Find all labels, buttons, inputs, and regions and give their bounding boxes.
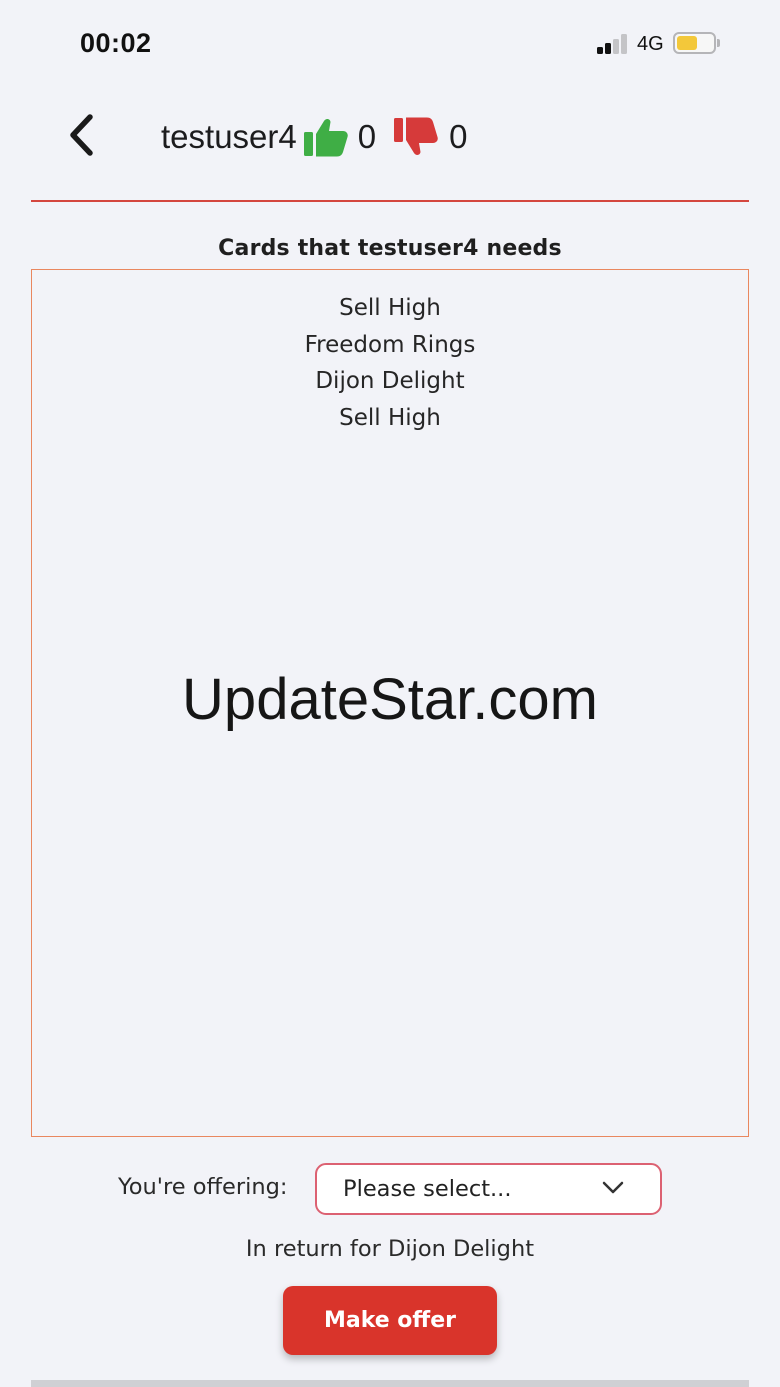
card-item[interactable]: Sell High: [32, 290, 748, 327]
thumbs-down-icon: [393, 117, 439, 157]
card-item[interactable]: Sell High: [32, 400, 748, 437]
chevron-left-icon: [70, 114, 93, 156]
status-time: 00:02: [80, 28, 152, 58]
header: testuser4 0 0: [0, 100, 780, 174]
offer-select[interactable]: Please select...: [315, 1163, 662, 1215]
card-item[interactable]: Dijon Delight: [32, 363, 748, 400]
signal-bar: [613, 39, 619, 54]
back-button[interactable]: [58, 112, 104, 158]
offer-label: You're offering:: [118, 1174, 288, 1200]
thumbs-down-count: 0: [449, 118, 468, 155]
trade-screen: 00:02 4G testuser4 0 0 Cards that testus…: [0, 0, 780, 1387]
signal-bar: [597, 47, 603, 54]
battery-level: [677, 36, 697, 50]
signal-bar: [621, 34, 627, 54]
bottom-strip: [31, 1380, 749, 1387]
signal-strength-icon: [597, 34, 631, 54]
offer-select-value: Please select...: [343, 1176, 512, 1202]
battery-cap: [717, 39, 720, 47]
header-divider: [31, 200, 749, 202]
thumbs-up-count: 0: [357, 118, 377, 155]
needed-cards-box: Sell High Freedom Rings Dijon Delight Se…: [31, 269, 749, 1137]
card-item[interactable]: Freedom Rings: [32, 327, 748, 364]
signal-bar: [605, 43, 611, 54]
username: testuser4: [161, 118, 297, 155]
status-bar: 00:02 4G: [0, 0, 780, 88]
battery-icon: [673, 32, 716, 54]
user-rating-row: testuser4 0 0: [161, 114, 467, 160]
return-text: In return for Dijon Delight: [245, 1236, 535, 1262]
network-type: 4G: [637, 33, 664, 55]
chevron-down-icon: [602, 1181, 624, 1194]
needs-title: Cards that testuser4 needs: [218, 236, 562, 261]
thumbs-up-icon: [303, 117, 349, 157]
needed-card-list: Sell High Freedom Rings Dijon Delight Se…: [32, 270, 748, 436]
make-offer-button[interactable]: Make offer: [283, 1286, 497, 1355]
